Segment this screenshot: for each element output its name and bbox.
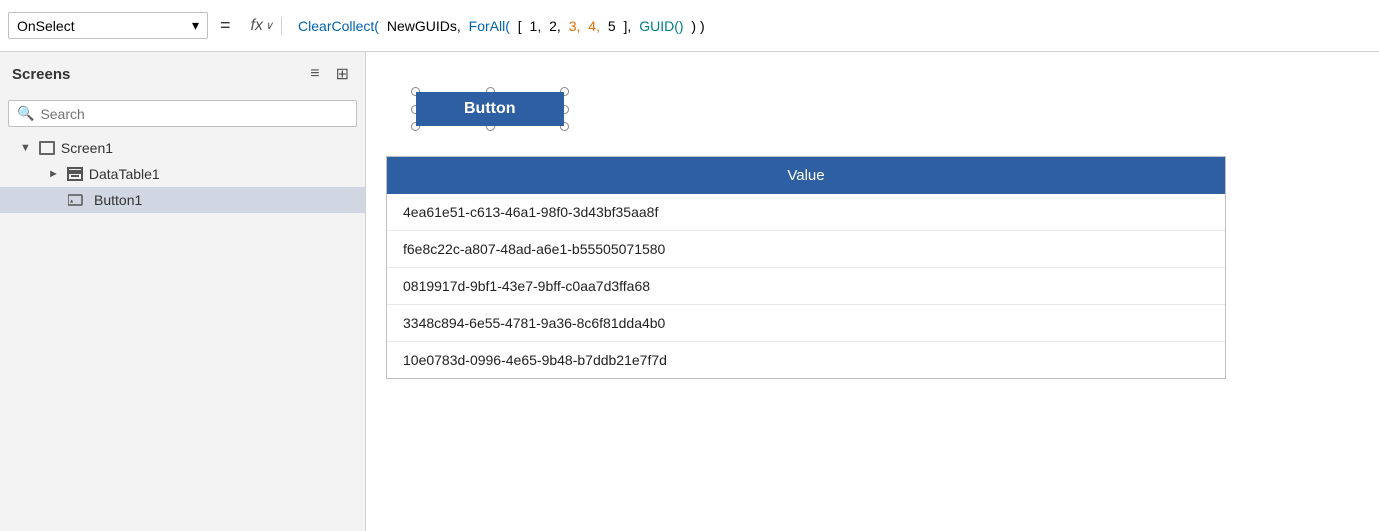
screen1-chevron-icon: ▼ [20,142,31,154]
search-box: 🔍 [8,100,357,127]
formula-part-guid: GUID() [635,18,683,34]
property-selector[interactable]: OnSelect ▾ [8,12,208,39]
fx-label: fx [251,17,263,35]
grid-view-button[interactable]: ⊞ [332,62,353,86]
left-panel: Screens ≡ ⊞ 🔍 ▼ Screen1 ► [0,52,366,531]
search-input[interactable] [40,106,348,122]
formula-part-bracket-close: ], [620,18,632,34]
main-area: Screens ≡ ⊞ 🔍 ▼ Screen1 ► [0,52,1379,531]
table-row: 10e0783d-0996-4e65-9b48-b7ddb21e7f7d [387,342,1225,378]
formula-part-newguids: NewGUIDs, [383,18,461,34]
row-value-4: 3348c894-6e55-4781-9a36-8c6f81dda4b0 [403,315,665,331]
row-value-1: 4ea61e51-c613-46a1-98f0-3d43bf35aa8f [403,204,658,220]
table-row: 0819917d-9bf1-43e7-9bff-c0aa7d3ffa68 [387,268,1225,305]
sidebar-item-datatable1[interactable]: ► DataTable1 [0,161,365,187]
formula-part-4: 4, [584,18,600,34]
formula-bar: OnSelect ▾ = fx ∨ ClearCollect( NewGUIDs… [0,0,1379,52]
canvas-button[interactable]: Button [416,92,564,126]
screen1-label: Screen1 [61,140,113,156]
row-value-2: f6e8c22c-a807-48ad-a6e1-b55505071580 [403,241,665,257]
formula-part-clearcollect: ClearCollect( [298,18,379,34]
formula-part-close: ) ) [688,18,705,34]
formula-part-3: 3, [565,18,581,34]
search-icon: 🔍 [17,105,34,122]
table-row: 3348c894-6e55-4781-9a36-8c6f81dda4b0 [387,305,1225,342]
equals-sign: = [216,15,235,36]
button-node-icon [68,193,84,207]
table-row: 4ea61e51-c613-46a1-98f0-3d43bf35aa8f [387,194,1225,231]
row-value-3: 0819917d-9bf1-43e7-9bff-c0aa7d3ffa68 [403,278,650,294]
sidebar-item-screen1[interactable]: ▼ Screen1 [0,135,365,161]
fx-button[interactable]: fx ∨ [243,17,283,35]
sidebar-item-button1[interactable]: Button1 [0,187,365,213]
data-table: Value 4ea61e51-c613-46a1-98f0-3d43bf35aa… [386,156,1226,379]
button1-label: Button1 [94,192,142,208]
list-view-icon: ≡ [310,65,319,82]
property-selector-value: OnSelect [17,18,75,34]
panel-header: Screens ≡ ⊞ [0,52,365,96]
formula-expression[interactable]: ClearCollect( NewGUIDs, ForAll( [ 1, 2, … [290,18,1371,34]
datatable1-chevron-icon: ► [48,168,59,180]
formula-part-2: 2, [545,18,561,34]
table-row: f6e8c22c-a807-48ad-a6e1-b55505071580 [387,231,1225,268]
formula-part-1: 1, [526,18,542,34]
panel-icons: ≡ ⊞ [306,62,353,86]
row-value-5: 10e0783d-0996-4e65-9b48-b7ddb21e7f7d [403,352,667,368]
formula-part-forall: ForAll( [465,18,510,34]
chevron-down-icon: ▾ [192,17,199,34]
list-view-button[interactable]: ≡ [306,62,323,86]
formula-part-5: 5 [604,18,616,34]
data-table-header: Value [387,157,1225,194]
fx-chevron-icon: ∨ [265,19,273,32]
canvas-area: Button Value 4ea61e51-c613-46a1-98f0-3d4… [366,52,1379,531]
screen-icon [39,141,55,155]
formula-part-bracket-open: [ [514,18,522,34]
datatable1-label: DataTable1 [89,166,160,182]
grid-view-icon: ⊞ [336,66,349,83]
canvas-button-widget[interactable]: Button [416,92,564,126]
panel-title: Screens [12,66,70,83]
